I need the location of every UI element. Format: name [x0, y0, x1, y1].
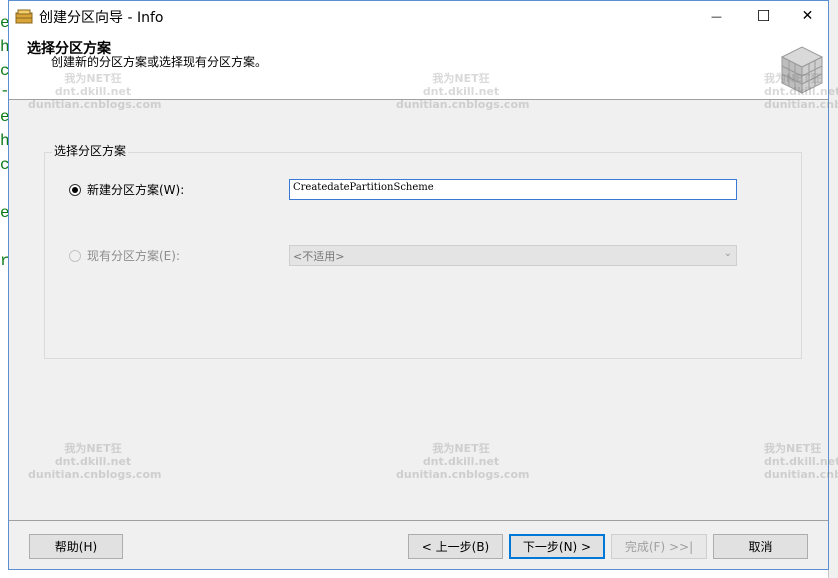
existing-scheme-radio[interactable]: 现有分区方案(E): [69, 247, 180, 264]
existing-scheme-label: 现有分区方案(E): [87, 249, 180, 263]
chevron-down-icon: ⌄ [723, 248, 732, 259]
page-subtitle: 创建新的分区方案或选择现有分区方案。 [51, 55, 268, 69]
bg-glyph: e [0, 108, 8, 126]
title-bar[interactable]: 创建分区向导 - Info — ☐ ✕ [9, 1, 828, 31]
groupbox-title: 选择分区方案 [52, 142, 129, 159]
bg-glyph: - [0, 82, 8, 100]
bg-glyph: r [0, 252, 8, 270]
close-icon: ✕ [801, 8, 814, 24]
new-scheme-radio[interactable]: 新建分区方案(W): [69, 181, 184, 198]
finish-button[interactable]: 完成(F) >>| [611, 534, 707, 559]
background-window-left: e h c - e h c e r [0, 0, 8, 578]
existing-scheme-select[interactable]: <不适用> ⌄ [289, 245, 737, 266]
new-scheme-input[interactable]: CreatedatePartitionScheme [289, 179, 737, 200]
background-window-right [828, 0, 838, 578]
cancel-button[interactable]: 取消 [713, 534, 808, 559]
existing-scheme-value: <不适用> [293, 250, 345, 263]
partition-cube-icon [780, 46, 824, 94]
bg-glyph: e [0, 204, 8, 222]
wizard-content: 选择分区方案 新建分区方案(W): CreatedatePartitionSch… [9, 100, 828, 520]
close-button[interactable]: ✕ [785, 1, 830, 31]
bg-glyph: h [0, 132, 8, 150]
window-title: 创建分区向导 - Info [39, 10, 164, 26]
wizard-header: 选择分区方案 创建新的分区方案或选择现有分区方案。 [9, 31, 828, 100]
radio-checked-icon [69, 183, 81, 196]
bg-glyph: c [0, 62, 8, 80]
footer-divider [9, 520, 828, 521]
bg-glyph: c [0, 156, 8, 174]
maximize-button[interactable]: ☐ [741, 1, 786, 31]
radio-unchecked-icon [69, 249, 81, 262]
minimize-button[interactable]: — [694, 1, 739, 31]
wizard-window: 创建分区向导 - Info — ☐ ✕ 选择分区方案 创建新的分区方案或选择现有… [8, 0, 829, 570]
database-app-icon [15, 9, 33, 24]
bg-glyph: e [0, 14, 8, 32]
new-scheme-label: 新建分区方案(W): [87, 183, 185, 197]
minimize-icon: — [711, 9, 722, 23]
bg-glyph: h [0, 38, 8, 56]
back-button[interactable]: < 上一步(B) [408, 534, 503, 559]
maximize-icon: ☐ [756, 7, 771, 25]
help-button[interactable]: 帮助(H) [29, 534, 123, 559]
next-button[interactable]: 下一步(N) > [509, 534, 605, 559]
